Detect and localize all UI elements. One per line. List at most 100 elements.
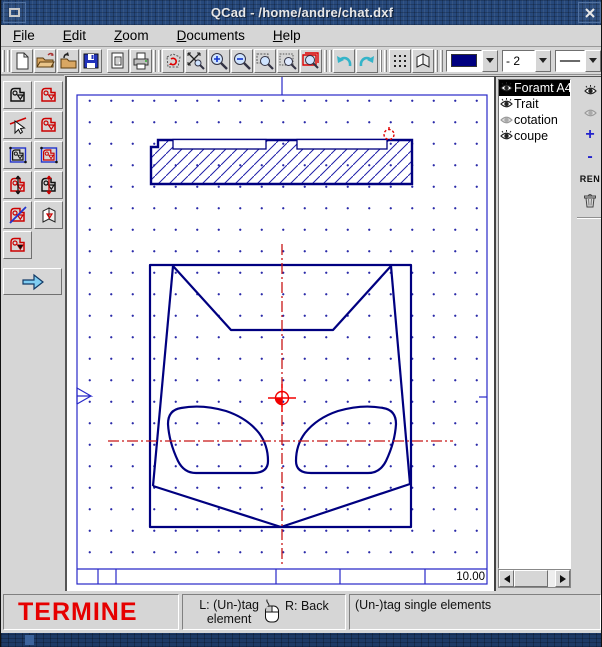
previous-view-button[interactable] xyxy=(300,49,322,73)
layer-remove-button[interactable]: - xyxy=(578,148,602,165)
continue-button[interactable] xyxy=(3,268,62,295)
untag-all-button[interactable] xyxy=(3,201,32,229)
menu-help[interactable]: Help xyxy=(273,28,301,43)
print-button[interactable] xyxy=(130,49,152,73)
close-icon xyxy=(584,7,596,19)
toolbar-handle[interactable] xyxy=(324,50,327,72)
toolbar-handle[interactable] xyxy=(435,50,438,72)
main-area: 10.00 xyxy=(1,75,602,591)
layer-row-coupe[interactable]: coupe xyxy=(499,128,570,144)
toolbar-handle[interactable] xyxy=(158,50,161,72)
mouse-hint-cell: L: (Un-)tag element R: Back xyxy=(182,594,346,630)
tag-window-blue-button[interactable] xyxy=(3,141,32,169)
qcad-window: QCad - /home/andre/chat.dxf File Edit Zo… xyxy=(0,0,602,647)
layer-tools: + - REN xyxy=(575,77,602,592)
drawing-canvas[interactable]: 10.00 xyxy=(65,76,494,591)
window-bottom-border[interactable] xyxy=(1,633,602,647)
pointer-select-button[interactable] xyxy=(3,111,32,139)
line-style-combo[interactable] xyxy=(555,50,601,72)
tag-layer-icon xyxy=(38,204,60,226)
resize-grip[interactable] xyxy=(25,635,34,645)
menu-zoom[interactable]: Zoom xyxy=(114,28,149,43)
eye-hidden-icon[interactable] xyxy=(500,113,513,127)
layer-list-hscrollbar[interactable] xyxy=(498,569,571,588)
print-preview-button[interactable] xyxy=(107,49,129,73)
tag-intersect-black-button[interactable] xyxy=(34,171,63,199)
undo-icon xyxy=(334,51,354,71)
zoom-in-button[interactable] xyxy=(208,49,230,73)
zoom-window-button[interactable] xyxy=(254,49,276,73)
statusbar: TERMINE L: (Un-)tag element R: Back (Un-… xyxy=(1,591,602,633)
line-width-combo-arrow[interactable] xyxy=(535,50,551,72)
new-document-icon xyxy=(12,51,32,71)
continue-arrow-icon xyxy=(20,273,46,291)
tag-window-red-button[interactable] xyxy=(34,141,63,169)
mouse-icon xyxy=(263,598,281,624)
close-button[interactable] xyxy=(578,2,601,23)
arrow-left-icon xyxy=(504,575,510,583)
new-document-button[interactable] xyxy=(11,49,33,73)
layer-add-button[interactable]: + xyxy=(578,126,602,143)
open-folder-button[interactable] xyxy=(57,49,79,73)
menu-edit[interactable]: Edit xyxy=(63,28,86,43)
color-combo-arrow[interactable] xyxy=(482,50,498,72)
open-file-button[interactable] xyxy=(34,49,56,73)
menu-documents[interactable]: Documents xyxy=(177,28,245,43)
toolbar-handle[interactable] xyxy=(329,50,332,72)
save-button[interactable] xyxy=(80,49,102,73)
redraw-button[interactable] xyxy=(162,49,184,73)
menu-file[interactable]: File xyxy=(13,28,35,43)
previous-view-icon xyxy=(301,51,321,71)
window-menu-button[interactable] xyxy=(3,2,26,23)
undo-button[interactable] xyxy=(333,49,355,73)
toolbar-handle[interactable] xyxy=(2,50,5,72)
scrollbar-thumb[interactable] xyxy=(514,570,548,587)
zoom-auto-button[interactable] xyxy=(277,49,299,73)
grid-toggle-icon xyxy=(390,51,410,71)
toolbar-handle[interactable] xyxy=(380,50,383,72)
layer-rename-button[interactable]: REN xyxy=(578,170,602,187)
save-icon xyxy=(81,51,101,71)
cat-drawing xyxy=(150,265,411,527)
line-style-combo-arrow[interactable] xyxy=(585,50,601,72)
toolbar-handle[interactable] xyxy=(384,50,387,72)
line-width-combo[interactable]: - 2 xyxy=(502,50,551,72)
color-swatch xyxy=(451,54,477,67)
layer-row-format-a4[interactable]: Foramt A4 xyxy=(499,80,570,96)
mouse-left-hint: L: (Un-)tag xyxy=(199,598,259,612)
tag-intersect-red-button[interactable] xyxy=(3,171,32,199)
toolbar-handle[interactable] xyxy=(7,50,10,72)
eye-icon[interactable] xyxy=(500,81,513,95)
line-style-value xyxy=(555,50,585,72)
grid-toggle-button[interactable] xyxy=(389,49,411,73)
scroll-right-button[interactable] xyxy=(555,570,570,587)
tag-layer-button[interactable] xyxy=(34,201,63,229)
eye-icon[interactable] xyxy=(500,97,513,111)
layer-name: Trait xyxy=(514,97,539,111)
chevron-down-icon xyxy=(589,58,597,63)
dxf-drawing: 10.00 xyxy=(67,77,494,591)
tag-contour-red-button[interactable] xyxy=(34,111,63,139)
layer-row-cotation[interactable]: cotation xyxy=(499,112,570,128)
tag-all-red-button[interactable] xyxy=(3,231,32,259)
eye-icon[interactable] xyxy=(500,129,513,143)
layer-show-button[interactable] xyxy=(578,82,602,99)
layer-row-trait[interactable]: Trait xyxy=(499,96,570,112)
toolbar-handle[interactable] xyxy=(153,50,156,72)
view-3d-button[interactable] xyxy=(412,49,434,73)
scroll-left-button[interactable] xyxy=(499,570,514,587)
layer-delete-button[interactable] xyxy=(578,192,602,209)
zoom-out-button[interactable] xyxy=(231,49,253,73)
relative-zero-marker xyxy=(268,384,296,412)
scrollbar-track[interactable] xyxy=(548,570,555,587)
redo-button[interactable] xyxy=(356,49,378,73)
tag-element-black-button[interactable] xyxy=(3,81,32,109)
status-message: (Un-)tag single elements xyxy=(349,594,601,630)
pan-zoom-button[interactable] xyxy=(185,49,207,73)
tag-element-red-button[interactable] xyxy=(34,81,63,109)
color-combo[interactable] xyxy=(446,50,498,72)
rename-layer-label: REN xyxy=(580,174,601,184)
toolbar-handle[interactable] xyxy=(440,50,443,72)
layer-hide-button[interactable] xyxy=(578,104,602,121)
eye-visible-icon xyxy=(583,84,598,98)
